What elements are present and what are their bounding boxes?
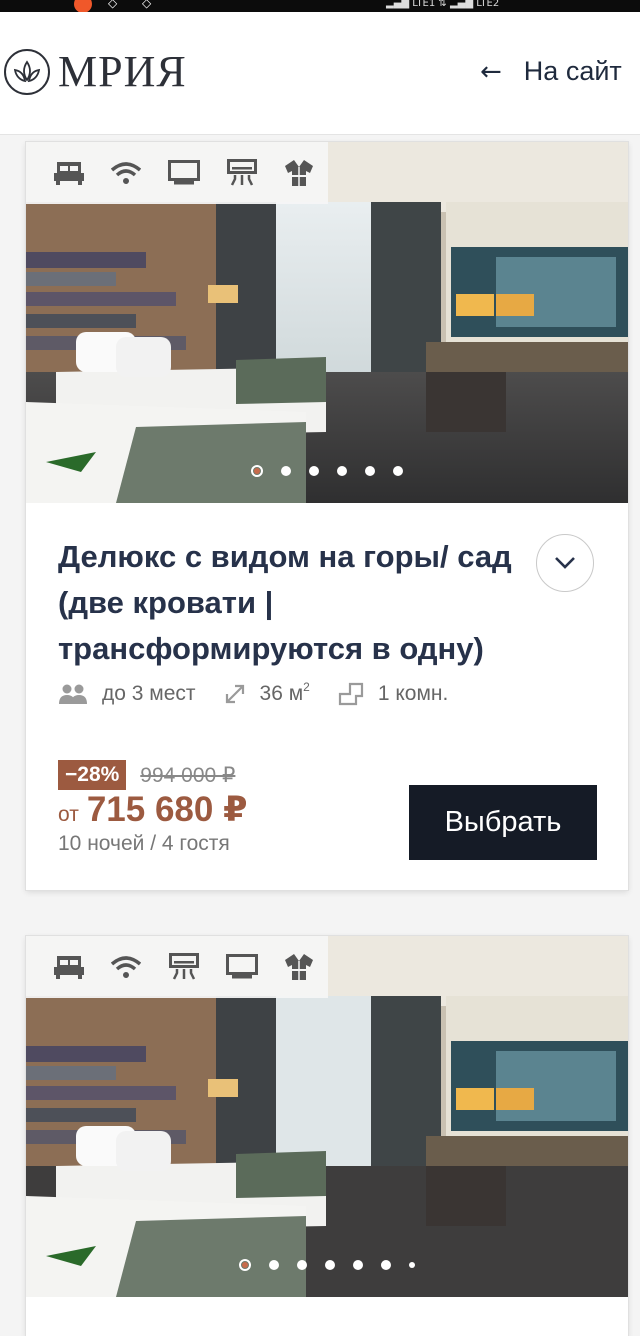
site-header: МРИЯ ← На сайт <box>0 12 640 135</box>
carousel-dots <box>26 465 628 477</box>
guests-icon <box>59 684 87 704</box>
carousel-dots <box>26 1259 628 1271</box>
carousel-dot[interactable] <box>381 1260 391 1270</box>
price-block: −28% 994 000 ₽ от 715 680 ₽ 10 ночей / 4… <box>58 760 247 856</box>
wifi-icon <box>98 153 156 193</box>
rooms-icon <box>338 682 363 706</box>
old-price: 994 000 ₽ <box>140 763 236 787</box>
carousel-dot[interactable] <box>251 465 263 477</box>
carousel-dot[interactable] <box>309 466 319 476</box>
tv-icon <box>213 947 271 987</box>
room-specs: до 3 мест 36 м2 1 комн. <box>58 680 476 706</box>
room-title: Делюкс с видом на горы/ сад (две кровати… <box>58 539 512 666</box>
signal-icon: ▂▄▆ LTE1 ⇅ ▂▄▆ LTE2 <box>386 0 500 9</box>
air-conditioner-icon <box>155 947 213 987</box>
discount-badge: −28% <box>58 760 127 790</box>
expand-details-button[interactable] <box>536 534 594 592</box>
bed-icon <box>40 153 98 193</box>
carousel-dot[interactable] <box>297 1260 307 1270</box>
room-photo-carousel[interactable] <box>26 936 628 1297</box>
nights-guests: 10 ночей / 4 гостя <box>58 832 230 855</box>
tv-icon <box>155 153 213 193</box>
guests-label: до 3 мест <box>102 682 196 705</box>
area-unit-sup: 2 <box>303 680 310 694</box>
carousel-dot[interactable] <box>365 466 375 476</box>
carousel-dot[interactable] <box>281 466 291 476</box>
area-value: 36 м <box>259 682 304 705</box>
price-prefix: от <box>58 803 79 826</box>
air-conditioner-icon <box>213 153 271 193</box>
chevron-down-icon <box>555 557 575 569</box>
back-to-site-label: На сайт <box>523 56 622 86</box>
room-card: Делюкс с видом на горы/ сад (две кровати… <box>26 142 628 890</box>
carousel-dot[interactable] <box>409 1262 415 1268</box>
choose-room-button[interactable]: Выбрать <box>409 785 597 860</box>
carousel-dot[interactable] <box>325 1260 335 1270</box>
room-card <box>26 936 628 1336</box>
arrow-left-icon: ← <box>480 56 502 87</box>
spec-area: 36 м2 <box>224 680 310 706</box>
shield-icon: ◇ <box>142 0 152 10</box>
area-label: 36 м2 <box>259 680 310 706</box>
back-to-site-link[interactable]: ← На сайт <box>480 56 622 87</box>
carousel-dot[interactable] <box>239 1259 251 1271</box>
room-photo-carousel[interactable] <box>26 142 628 503</box>
status-bar: ◇ ◇ ▂▄▆ LTE1 ⇅ ▂▄▆ LTE2 <box>0 0 640 13</box>
amenities-bar <box>26 936 328 998</box>
spec-rooms: 1 комн. <box>338 682 449 706</box>
logo-text: МРИЯ <box>58 47 187 96</box>
carousel-dot[interactable] <box>337 466 347 476</box>
wifi-icon <box>98 947 156 987</box>
amenities-bar <box>26 142 328 204</box>
bathrobe-icon <box>270 947 328 987</box>
current-price: 715 680 ₽ <box>86 790 248 829</box>
rooms-label: 1 комн. <box>377 682 449 705</box>
spec-guests: до 3 мест <box>58 682 196 706</box>
area-icon <box>225 684 244 704</box>
shield-icon: ◇ <box>108 0 118 10</box>
bathrobe-icon <box>270 153 328 193</box>
carousel-dot[interactable] <box>269 1260 279 1270</box>
discount-row: −28% 994 000 ₽ <box>58 760 247 790</box>
bed-icon <box>40 947 98 987</box>
leaf-logo-icon <box>4 49 50 95</box>
price-row: от 715 680 ₽ <box>58 790 247 830</box>
carousel-dot[interactable] <box>353 1260 363 1270</box>
logo[interactable]: МРИЯ <box>4 48 187 96</box>
carousel-dot[interactable] <box>393 466 403 476</box>
